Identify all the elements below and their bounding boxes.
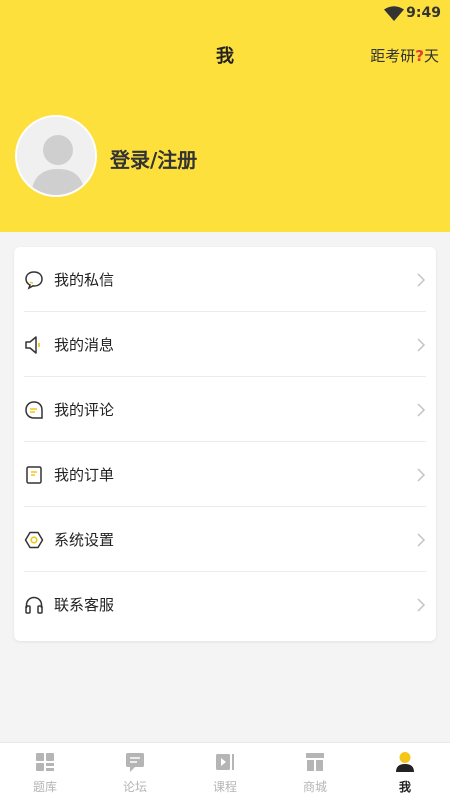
wifi-icon <box>384 6 404 21</box>
tab-forum[interactable]: 论坛 <box>90 743 180 800</box>
tab-profile[interactable]: 我 <box>360 743 450 800</box>
chevron-right-icon <box>417 272 426 287</box>
menu-item-label: 系统设置 <box>54 531 115 549</box>
store-icon <box>306 753 324 771</box>
menu-card: 我的私信 我的消息 我的评论 我的订单 系统设置 联系客服 <box>14 247 436 641</box>
countdown-prefix: 距考研 <box>370 47 416 65</box>
tab-question-bank[interactable]: 题库 <box>0 743 90 800</box>
menu-item-messages[interactable]: 我的私信 <box>14 247 436 312</box>
countdown-suffix: 天 <box>423 47 439 65</box>
menu-item-comments[interactable]: 我的评论 <box>14 377 436 442</box>
tab-label: 我 <box>398 780 411 794</box>
avatar[interactable] <box>15 115 97 197</box>
headphones-icon <box>25 596 43 614</box>
menu-item-label: 我的订单 <box>54 466 115 484</box>
tab-label: 题库 <box>32 780 57 794</box>
menu-item-label: 我的消息 <box>54 336 115 354</box>
bottom-tab-bar: 题库 论坛 课程 商城 我 <box>0 742 450 800</box>
menu-item-settings[interactable]: 系统设置 <box>14 507 436 572</box>
status-time: 9:49 <box>406 5 441 21</box>
default-avatar-icon <box>17 117 95 195</box>
chevron-right-icon <box>417 597 426 612</box>
menu-item-label: 联系客服 <box>54 596 115 614</box>
forum-icon <box>126 753 144 772</box>
tab-label: 商城 <box>302 780 327 794</box>
status-bar: 9:49 <box>0 0 450 28</box>
tab-store[interactable]: 商城 <box>270 743 360 800</box>
settings-icon <box>24 531 44 548</box>
chevron-right-icon <box>417 402 426 417</box>
chevron-right-icon <box>417 337 426 352</box>
chat-bubble-icon <box>25 270 43 290</box>
menu-item-label: 我的私信 <box>54 271 115 289</box>
comment-icon <box>25 400 43 419</box>
chevron-right-icon <box>417 467 426 482</box>
menu-item-label: 我的评论 <box>54 401 115 419</box>
menu-item-notifications[interactable]: 我的消息 <box>14 312 436 377</box>
exam-countdown[interactable]: 距考研?天 <box>370 45 439 66</box>
tab-label: 课程 <box>212 780 237 794</box>
speaker-icon <box>25 335 40 354</box>
menu-item-orders[interactable]: 我的订单 <box>14 442 436 507</box>
video-icon <box>216 754 234 770</box>
tab-courses[interactable]: 课程 <box>180 743 270 800</box>
tab-label: 论坛 <box>122 780 147 794</box>
profile-header: 9:49 我 距考研?天 登录/注册 <box>0 0 450 232</box>
order-icon <box>26 465 42 484</box>
grid-icon <box>36 753 54 771</box>
menu-item-customer-service[interactable]: 联系客服 <box>14 572 436 637</box>
profile-icon <box>396 752 414 772</box>
countdown-value: ? <box>415 47 424 65</box>
login-register-link[interactable]: 登录/注册 <box>110 144 197 173</box>
chevron-right-icon <box>417 532 426 547</box>
